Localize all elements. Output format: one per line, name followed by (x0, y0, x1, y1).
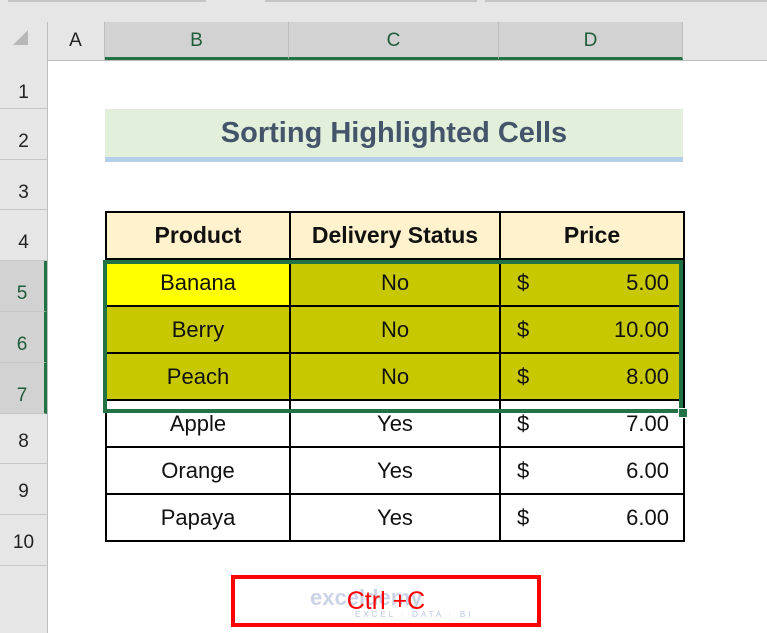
column-header-d[interactable]: D (499, 22, 683, 60)
column-header-b[interactable]: B (105, 22, 289, 60)
row-header-1[interactable]: 1 (0, 60, 47, 109)
price-value: 10.00 (613, 316, 669, 342)
cell-product[interactable]: Apple (105, 399, 291, 448)
table-row: Orange Yes $6.00 (105, 446, 685, 495)
sheet-title[interactable]: Sorting Highlighted Cells (105, 109, 683, 162)
select-all-triangle-icon (13, 30, 28, 45)
header-product[interactable]: Product (105, 211, 291, 260)
table-row: Berry No $10.00 (105, 305, 685, 354)
cell-status[interactable]: Yes (289, 493, 501, 542)
row-header-9[interactable]: 9 (0, 464, 47, 515)
cell-status[interactable]: No (289, 352, 501, 401)
table-row: Peach No $8.00 (105, 352, 685, 401)
product-table: Product Delivery Status Price Banana No … (105, 211, 685, 542)
cell-product[interactable]: Orange (105, 446, 291, 495)
price-value: 6.00 (626, 457, 669, 483)
toolbar-edge (485, 0, 767, 2)
cell-product[interactable]: Berry (105, 305, 291, 354)
table-row: Banana No $5.00 (105, 258, 685, 307)
table-row: Apple Yes $7.00 (105, 399, 685, 448)
table-row: Papaya Yes $6.00 (105, 493, 685, 542)
currency-symbol: $ (517, 457, 530, 483)
cell-status[interactable]: No (289, 305, 501, 354)
cell-price[interactable]: $7.00 (499, 399, 685, 448)
row-header-4[interactable]: 4 (0, 210, 47, 261)
column-header-c[interactable]: C (289, 22, 499, 60)
fill-handle[interactable] (678, 408, 688, 418)
currency-symbol: $ (517, 504, 530, 530)
cell-price[interactable]: $6.00 (499, 446, 685, 495)
table-header-row: Product Delivery Status Price (105, 211, 685, 260)
price-value: 8.00 (626, 363, 669, 389)
shortcut-annotation: Ctrl +C (231, 575, 541, 627)
toolbar-edge (8, 0, 206, 2)
row-header-5[interactable]: 5 (0, 261, 47, 312)
column-header-a[interactable]: A (47, 22, 105, 60)
price-value: 6.00 (626, 504, 669, 530)
row-header-10[interactable]: 10 (0, 515, 47, 566)
row-header-2[interactable]: 2 (0, 109, 47, 160)
cell-price[interactable]: $10.00 (499, 305, 685, 354)
cell-product[interactable]: Banana (105, 258, 291, 307)
header-price[interactable]: Price (499, 211, 685, 260)
cell-price[interactable]: $6.00 (499, 493, 685, 542)
header-delivery-status[interactable]: Delivery Status (289, 211, 501, 260)
toolbar-edge (265, 0, 477, 2)
price-value: 7.00 (626, 410, 669, 436)
cell-status[interactable]: Yes (289, 446, 501, 495)
price-value: 5.00 (626, 269, 669, 295)
cell-product[interactable]: Peach (105, 352, 291, 401)
ribbon-edge (0, 0, 767, 22)
row-header-8[interactable]: 8 (0, 414, 47, 464)
cell-product[interactable]: Papaya (105, 493, 291, 542)
cell-price[interactable]: $8.00 (499, 352, 685, 401)
cell-status[interactable]: Yes (289, 399, 501, 448)
row-header-6[interactable]: 6 (0, 312, 47, 363)
currency-symbol: $ (517, 316, 530, 342)
row-header-7[interactable]: 7 (0, 363, 47, 414)
row-header-3[interactable]: 3 (0, 160, 47, 210)
cell-price[interactable]: $5.00 (499, 258, 685, 307)
cell-status[interactable]: No (289, 258, 501, 307)
currency-symbol: $ (517, 410, 530, 436)
currency-symbol: $ (517, 363, 530, 389)
currency-symbol: $ (517, 269, 530, 295)
